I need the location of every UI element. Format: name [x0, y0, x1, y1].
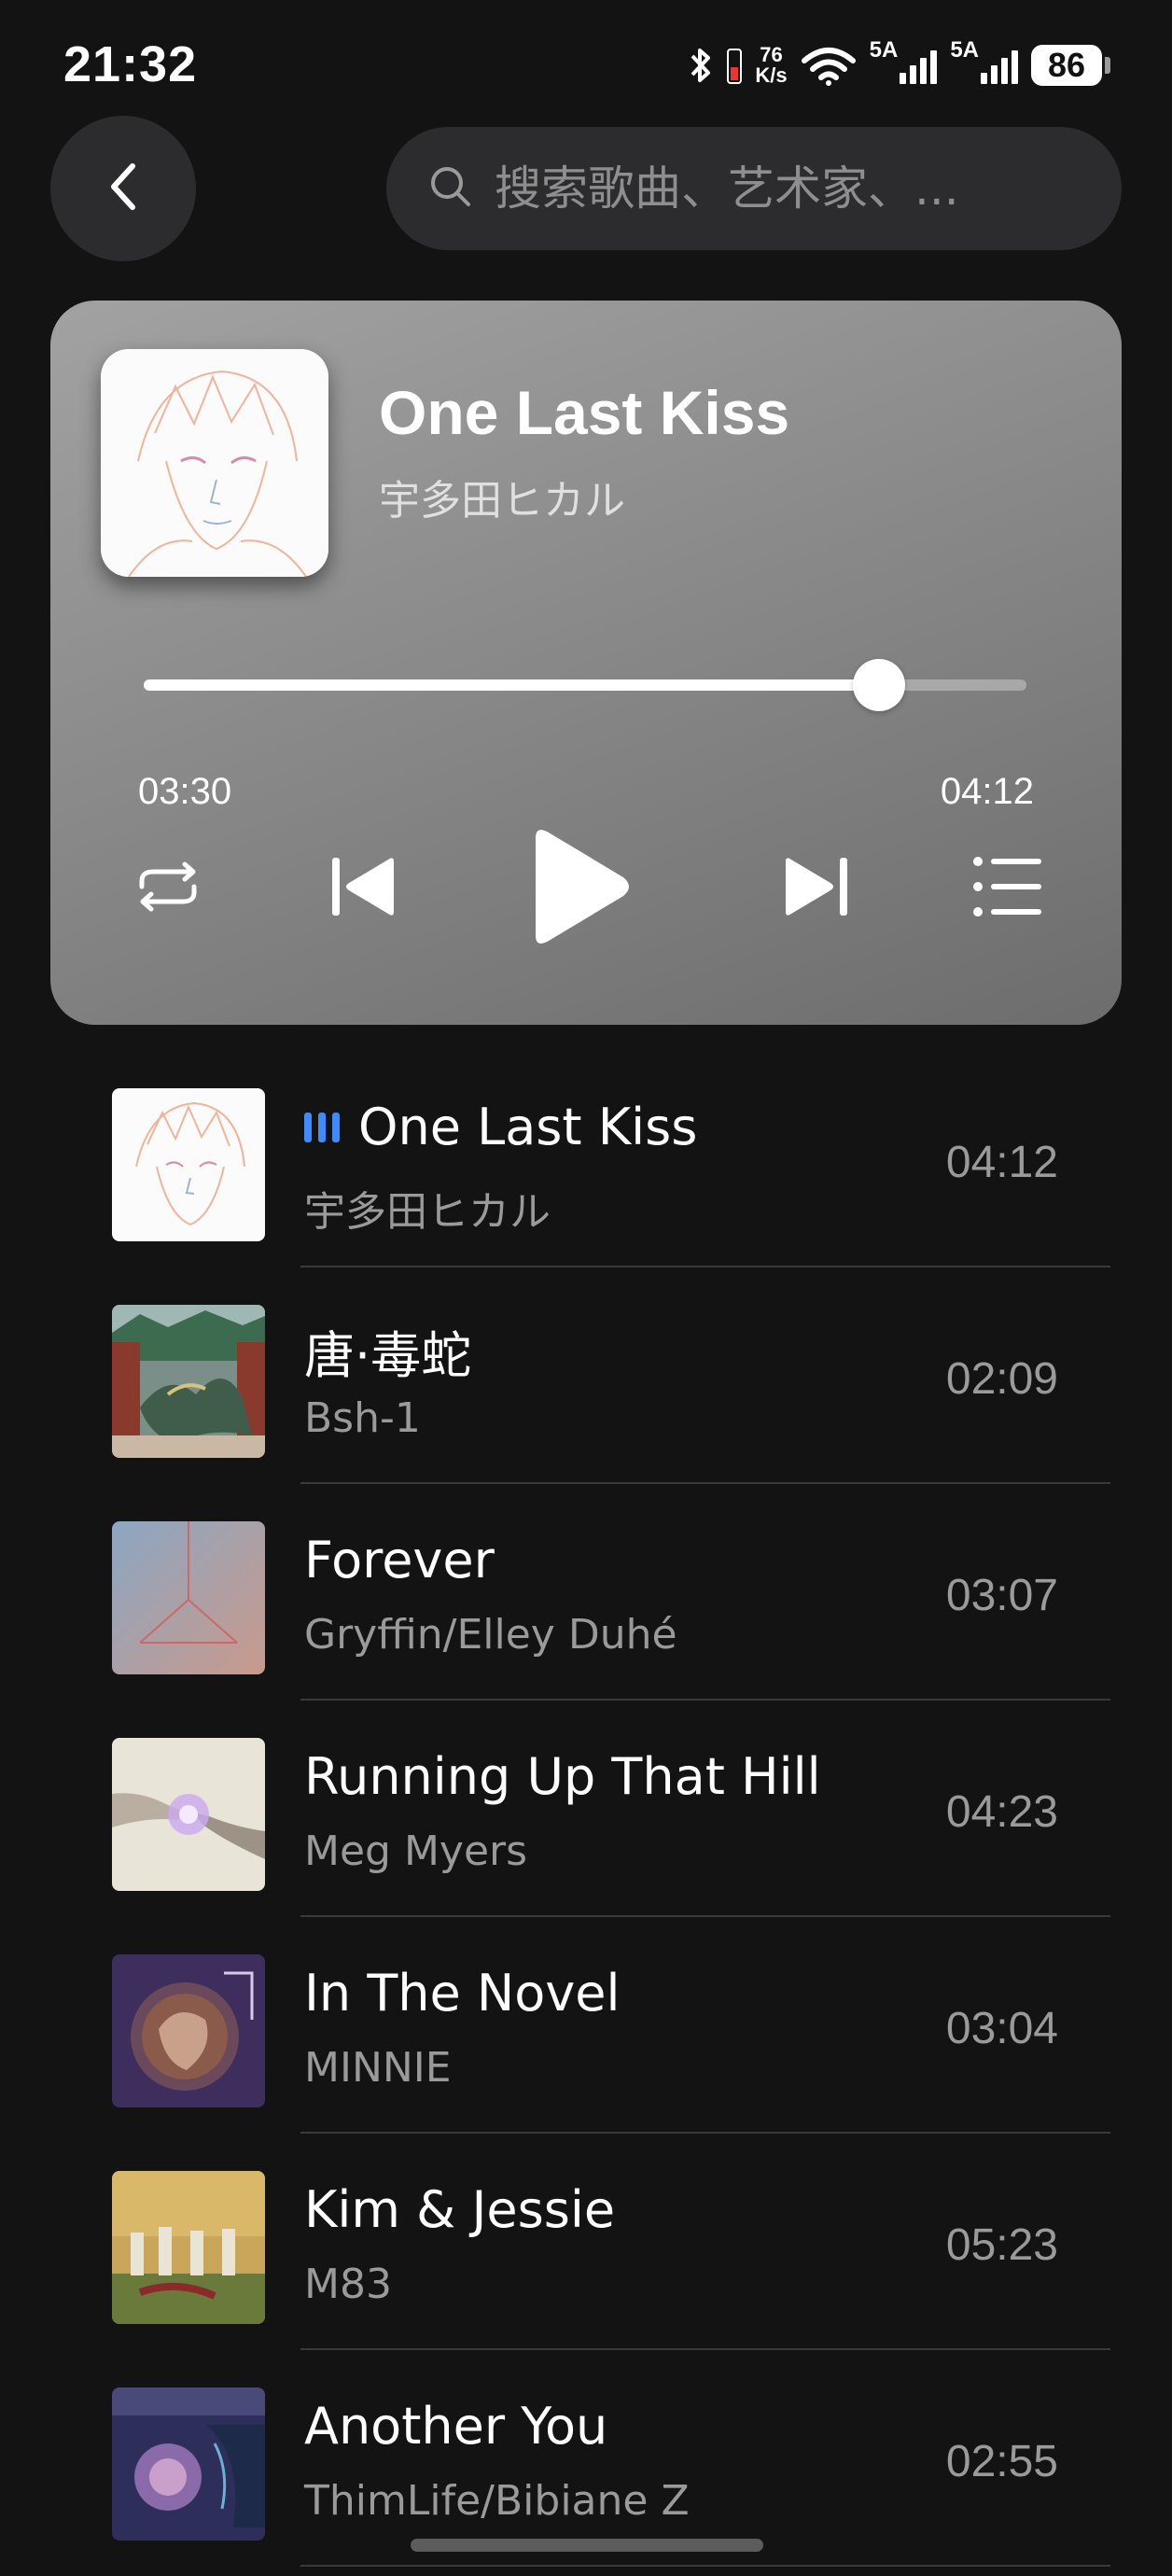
track-duration: 04:12	[945, 1138, 1058, 1187]
progress-fill	[144, 679, 880, 691]
track-duration: 02:09	[945, 1354, 1058, 1404]
track-album-art	[112, 2387, 265, 2541]
track-item[interactable]: Running Up That Hill Meg Myers 04:23	[0, 1701, 1172, 1917]
battery-saver-icon	[727, 47, 743, 84]
progress-slider[interactable]	[144, 659, 1026, 711]
track-artist: Bsh-1	[304, 1394, 421, 1442]
wifi-icon	[801, 44, 857, 87]
track-album-art	[112, 2171, 265, 2324]
divider	[300, 2565, 1110, 2567]
network-speed: 76 K/s	[755, 45, 787, 86]
repeat-button[interactable]	[121, 842, 215, 935]
now-playing-indicator-icon	[304, 1112, 340, 1143]
track-duration: 02:55	[945, 2437, 1058, 2486]
status-time: 21:32	[63, 36, 198, 92]
network-speed-unit: K/s	[755, 63, 788, 87]
network-speed-value: 76	[760, 43, 783, 66]
play-button[interactable]	[513, 823, 644, 954]
track-duration: 05:23	[945, 2220, 1058, 2270]
track-artist: ThimLife/Bibiane Z	[304, 2477, 690, 2525]
now-playing-album-art[interactable]	[101, 349, 328, 577]
track-artist: Meg Myers	[304, 1827, 528, 1875]
back-button[interactable]	[50, 116, 196, 261]
track-title: Forever	[304, 1531, 495, 1589]
track-title: Another You	[304, 2397, 608, 2456]
track-item[interactable]: Another You ThimLife/Bibiane Z 02:55	[0, 2350, 1172, 2567]
bluetooth-icon	[690, 45, 714, 86]
search-input[interactable]	[495, 161, 1073, 216]
track-title: 唐·毒蛇	[304, 1326, 472, 1385]
queue-list-icon	[972, 856, 1043, 922]
track-item[interactable]: In The Novel MINNIE 03:04	[0, 1917, 1172, 2134]
track-title: Running Up That Hill	[304, 1747, 821, 1806]
elapsed-time: 03:30	[138, 771, 232, 812]
skip-previous-icon	[327, 854, 401, 924]
battery-icon: 86	[1031, 45, 1110, 86]
repeat-icon	[131, 859, 205, 919]
chevron-left-icon	[105, 159, 142, 219]
progress-thumb[interactable]	[853, 659, 906, 711]
track-artist: Gryffin/Elley Duhé	[304, 1611, 677, 1659]
signal-2-label: 5A	[950, 37, 979, 63]
track-item[interactable]: 唐·毒蛇 Bsh-1 02:09	[0, 1267, 1172, 1484]
track-duration: 03:07	[945, 1571, 1058, 1620]
track-item[interactable]: One Last Kiss 宇多田ヒカル 04:12	[0, 1051, 1172, 1267]
track-title: In The Novel	[304, 1964, 621, 2023]
track-album-art	[112, 1305, 265, 1458]
previous-button[interactable]	[317, 842, 411, 935]
search-icon	[427, 163, 474, 215]
track-artist: 宇多田ヒカル	[304, 1188, 551, 1236]
track-artist: MINNIE	[304, 2044, 452, 2092]
cellular-signal-2-icon: 5A	[950, 37, 1018, 84]
track-title: Kim & Jessie	[304, 2180, 616, 2239]
track-title: One Last Kiss	[358, 1098, 698, 1156]
search-bar[interactable]	[386, 127, 1122, 250]
now-playing-artist: 宇多田ヒカル	[379, 477, 625, 525]
battery-level: 86	[1031, 45, 1102, 86]
play-icon	[523, 825, 635, 953]
home-indicator[interactable]	[411, 2539, 763, 2552]
track-duration: 03:04	[945, 2004, 1058, 2053]
track-album-art	[112, 1088, 265, 1241]
playlist-button[interactable]	[961, 842, 1054, 935]
track-album-art	[112, 1738, 265, 1891]
now-playing-title: One Last Kiss	[379, 378, 790, 447]
track-album-art	[112, 1521, 265, 1674]
total-time: 04:12	[940, 771, 1034, 812]
status-icons: 76 K/s 5A 5A 86	[690, 37, 1110, 93]
track-item[interactable]: Kim & Jessie M83 05:23	[0, 2134, 1172, 2350]
cellular-signal-1-icon: 5A	[870, 37, 938, 84]
now-playing-card: One Last Kiss 宇多田ヒカル 03:30 04:12	[50, 301, 1122, 1025]
track-album-art	[112, 1954, 265, 2107]
status-bar: 21:32 76 K/s 5A 5A 86	[0, 0, 1172, 121]
track-item[interactable]: Forever Gryffin/Elley Duhé 03:07	[0, 1484, 1172, 1701]
next-button[interactable]	[769, 842, 862, 935]
track-duration: 04:23	[945, 1787, 1058, 1837]
track-artist: M83	[304, 2261, 392, 2308]
skip-next-icon	[778, 854, 853, 924]
signal-1-label: 5A	[869, 37, 899, 63]
